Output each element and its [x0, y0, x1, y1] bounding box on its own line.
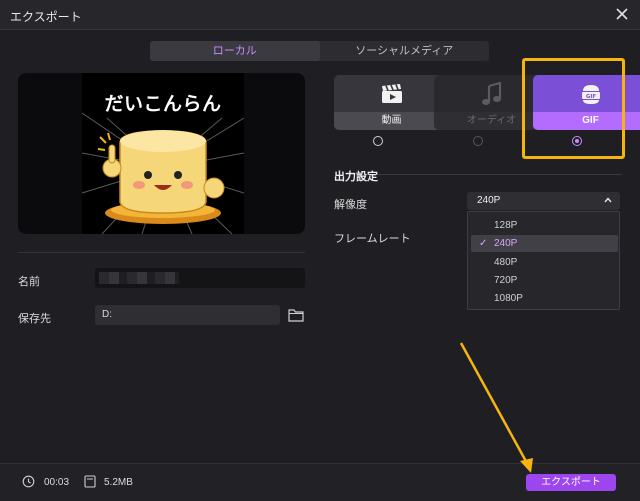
dropdown-option-1080p[interactable]: 1080P — [471, 290, 618, 307]
file-size-text: 5.2MB — [104, 477, 133, 488]
tab-local[interactable]: ローカル — [150, 41, 320, 61]
name-input[interactable] — [95, 268, 305, 288]
output-settings-title: 出力設定 — [334, 171, 378, 183]
save-path-input[interactable]: D: — [95, 305, 280, 325]
resolution-dropdown: 128P ✓ 240P 480P 720P 1080P — [467, 211, 620, 310]
format-video-button[interactable]: 動画 — [334, 75, 449, 130]
title-bar: エクスポート — [0, 0, 640, 30]
framerate-label: フレームレート — [334, 233, 411, 245]
dropdown-option-128p[interactable]: 128P — [471, 217, 618, 234]
name-label: 名前 — [18, 276, 40, 288]
dropdown-option-480p[interactable]: 480P — [471, 254, 618, 271]
format-video-radio[interactable] — [373, 136, 383, 146]
format-audio-radio[interactable] — [473, 136, 483, 146]
export-button[interactable]: エクスポート — [526, 474, 616, 491]
format-video-label: 動画 — [334, 112, 449, 130]
resolution-label: 解像度 — [334, 199, 367, 211]
preview-image: だいこんらん — [82, 73, 244, 234]
export-tabs: ローカル ソーシャルメディア — [150, 41, 489, 61]
file-size-icon — [84, 475, 96, 488]
tab-social-media[interactable]: ソーシャルメディア — [320, 41, 490, 61]
clock-icon — [22, 475, 35, 488]
video-clapper-icon — [334, 75, 449, 112]
chevron-up-icon — [604, 197, 612, 203]
preview-panel: だいこんらん — [18, 73, 305, 234]
save-path-label: 保存先 — [18, 313, 51, 325]
divider — [18, 252, 305, 253]
redacted-name — [99, 272, 179, 284]
dropdown-option-720p[interactable]: 720P — [471, 272, 618, 289]
section-divider — [378, 174, 622, 175]
highlight-box — [522, 58, 625, 159]
resolution-select[interactable]: 240P — [467, 192, 620, 210]
duration-text: 00:03 — [44, 477, 70, 488]
close-icon[interactable] — [614, 6, 630, 22]
resolution-value: 240P — [477, 195, 501, 206]
window-title: エクスポート — [10, 10, 82, 24]
dropdown-option-240p[interactable]: ✓ 240P — [471, 235, 618, 252]
preview-image-title: だいこんらん — [104, 93, 222, 115]
check-icon: ✓ — [479, 238, 488, 249]
folder-icon[interactable] — [288, 308, 304, 322]
